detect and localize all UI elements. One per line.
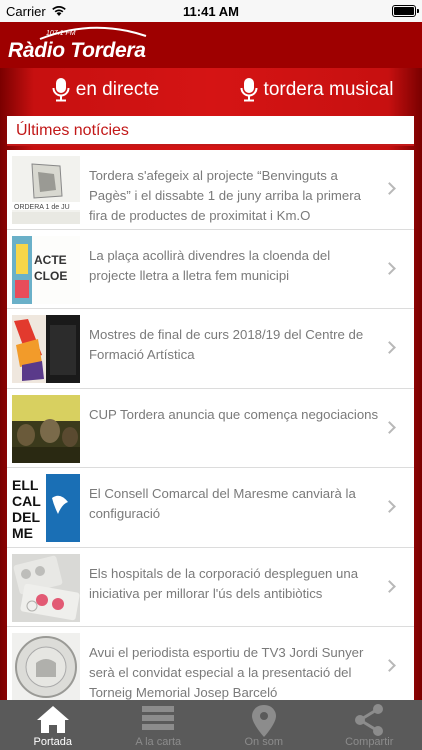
logo-frequency: 107.1 FM [46, 30, 76, 37]
live-stream-button[interactable]: en directe [0, 68, 211, 112]
news-title: Avui el periodista esportiu de TV3 Jordi… [89, 645, 364, 700]
list-icon [142, 706, 175, 730]
news-thumbnail: ACTE CLOE [12, 235, 80, 304]
svg-text:ORDERA 1 de JU: ORDERA 1 de JU [14, 204, 70, 211]
chevron-right-icon [383, 341, 396, 354]
chevron-right-icon [383, 420, 396, 434]
carrier-label: Carrier [6, 3, 46, 19]
news-item[interactable]: Mostres de final de curs 2018/19 del Cen… [7, 309, 414, 389]
app-header: 107.1 FM Ràdio Tordera [0, 22, 422, 68]
news-item[interactable]: ACTE CLOE La plaça acollirà divendres la… [7, 230, 414, 309]
music-stream-label: tordera musical [263, 79, 394, 100]
svg-text:DEL: DEL [12, 509, 40, 525]
section-title: Últimes notícies [16, 122, 129, 139]
news-thumbnail [12, 394, 80, 463]
news-thumbnail [12, 315, 80, 383]
chevron-right-icon [383, 182, 396, 195]
latest-news-header: Últimes notícies [7, 116, 414, 146]
news-item[interactable]: CUP Tordera anuncia que comença negociac… [7, 389, 414, 468]
chevron-right-icon [383, 579, 396, 593]
microphone-icon [52, 78, 70, 102]
news-title: Tordera s'afegeix al projecte “Benvingut… [89, 168, 361, 223]
live-stream-label: en directe [75, 79, 160, 100]
tab-label: Portada [33, 736, 73, 748]
tab-portada[interactable]: Portada [0, 700, 106, 750]
svg-text:ELL: ELL [12, 477, 39, 493]
news-thumbnail: ORDERA 1 de JU [12, 156, 80, 224]
news-title: La plaça acollirà divendres la cloenda d… [89, 247, 331, 283]
news-thumbnail: ELL CAL DEL ME [12, 474, 80, 542]
news-title: Mostres de final de curs 2018/19 del Cen… [89, 327, 364, 362]
news-title: CUP Tordera anuncia que comença negociac… [89, 406, 379, 422]
news-item[interactable]: Avui el periodista esportiu de TV3 Jordi… [7, 627, 414, 700]
news-title: El Consell Comarcal del Maresme canviarà… [89, 486, 356, 521]
location-pin-icon [251, 705, 276, 737]
tab-label: A la carta [135, 736, 182, 748]
tab-compartir[interactable]: Compartir [317, 700, 422, 750]
news-title: Els hospitals de la corporació desplegue… [89, 565, 359, 601]
chevron-right-icon [383, 500, 396, 513]
tab-bar: Portada A la carta On som Compartir [0, 700, 422, 750]
news-item[interactable]: ORDERA 1 de JU Tordera s'afegeix al proj… [7, 150, 414, 230]
logo-name: Ràdio Tordera [8, 39, 146, 62]
tab-a-la-carta[interactable]: A la carta [106, 700, 212, 750]
news-thumbnail [12, 633, 80, 700]
svg-text:ME: ME [12, 525, 33, 541]
news-item[interactable]: Els hospitals de la corporació desplegue… [7, 548, 414, 627]
battery-icon [392, 5, 419, 17]
music-stream-button[interactable]: tordera musical [211, 68, 422, 112]
share-icon [355, 704, 384, 736]
news-thumbnail [12, 553, 80, 622]
app-screen: Carrier 11:41 AM 107.1 FM Ràdio Tordera [0, 0, 422, 750]
chevron-right-icon [383, 261, 396, 275]
svg-text:CLOE: CLOE [34, 269, 67, 283]
radio-stream-buttons: en directe tordera musical [0, 68, 422, 112]
tab-on-som[interactable]: On som [211, 700, 317, 750]
status-bar: Carrier 11:41 AM [0, 0, 422, 22]
microphone-icon [240, 78, 258, 102]
svg-text:ACTE: ACTE [34, 253, 67, 267]
wifi-icon [51, 5, 66, 16]
tab-label: Compartir [345, 736, 394, 748]
news-list: ORDERA 1 de JU Tordera s'afegeix al proj… [7, 150, 414, 700]
news-item[interactable]: ELL CAL DEL ME El Consell Comarcal del M… [7, 468, 414, 548]
chevron-right-icon [383, 659, 396, 672]
radio-tordera-logo: 107.1 FM Ràdio Tordera [8, 26, 148, 64]
svg-text:CAL: CAL [12, 493, 41, 509]
home-icon [36, 706, 69, 733]
